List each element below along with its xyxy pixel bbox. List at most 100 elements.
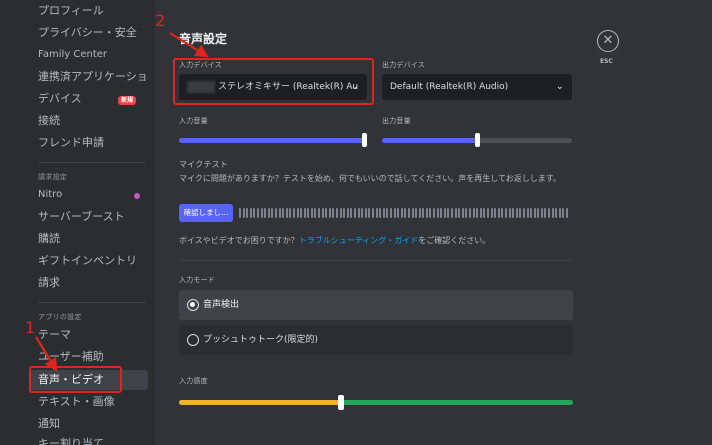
meter-bar — [486, 208, 489, 218]
meter-bar — [454, 208, 457, 218]
meter-bar — [246, 208, 249, 218]
sidebar-item-accessibility[interactable]: ユーザー補助 — [30, 347, 148, 367]
meter-bar — [519, 208, 522, 218]
meter-bar — [274, 208, 277, 218]
meter-bar — [548, 208, 551, 218]
meter-bar — [314, 208, 317, 218]
close-icon[interactable]: ✕ — [597, 30, 619, 52]
mic-level-meter — [239, 208, 573, 218]
meter-bar — [461, 208, 464, 218]
annotation-box-input-device — [173, 58, 374, 105]
nitro-dot-icon — [134, 193, 140, 199]
meter-bar — [425, 208, 428, 218]
output-volume-fill — [382, 138, 477, 143]
output-device-value: Default (Realtek(R) Audio) — [390, 82, 509, 92]
sidebar-divider — [38, 162, 146, 163]
meter-bar — [332, 208, 335, 218]
output-volume-knob[interactable] — [475, 133, 480, 147]
sidebar-item-privacy[interactable]: プライバシー・安全 — [30, 23, 148, 43]
meter-bar — [393, 208, 396, 218]
meter-bar — [249, 208, 252, 218]
sidebar-item-profile[interactable]: プロフィール — [30, 1, 148, 21]
meter-bar — [325, 208, 328, 218]
meter-bar — [260, 208, 263, 218]
meter-bar — [364, 208, 367, 218]
meter-bar — [371, 208, 374, 218]
input-sensitivity-slider[interactable] — [179, 395, 573, 410]
section-divider — [179, 260, 573, 261]
output-volume-slider[interactable] — [382, 133, 572, 147]
sidebar-item-server-boost[interactable]: サーバーブースト — [30, 207, 148, 227]
sidebar-item-nitro[interactable]: Nitro — [30, 185, 148, 205]
meter-bar — [400, 208, 403, 218]
meter-bar — [483, 208, 486, 218]
meter-bar — [256, 208, 259, 218]
sidebar-item-text-images[interactable]: テキスト・画像 — [30, 392, 148, 412]
meter-bar — [389, 208, 392, 218]
meter-bar — [379, 208, 382, 218]
meter-bar — [512, 208, 515, 218]
meter-bar — [321, 208, 324, 218]
input-volume-knob[interactable] — [362, 133, 367, 147]
output-device-select[interactable]: Default (Realtek(R) Audio) ⌄ — [382, 74, 572, 100]
input-mode-push-to-talk[interactable]: プッシュトゥトーク(限定的) — [179, 325, 573, 355]
sensitivity-knob[interactable] — [338, 395, 344, 410]
radio-unchecked-icon — [187, 334, 199, 346]
mic-check-button[interactable]: 確認しまし... — [179, 204, 233, 222]
sidebar-item-connections[interactable]: 接続 — [30, 111, 148, 131]
meter-bar — [271, 208, 274, 218]
meter-bar — [458, 208, 461, 218]
sidebar-item-gift-inventory[interactable]: ギフトインベントリ — [30, 251, 148, 271]
radio-checked-icon — [187, 299, 199, 311]
mic-test-label: マイクテスト — [179, 160, 229, 169]
output-device-label: 出力デバイス — [382, 61, 425, 69]
sidebar-item-keybinds[interactable]: キー割り当て — [30, 434, 148, 445]
page-title: 音声設定 — [179, 32, 228, 46]
help-suffix: をご確認ください。 — [418, 236, 491, 245]
meter-bar — [397, 208, 400, 218]
sidebar-header-app-settings: アプリの設定 — [38, 313, 82, 321]
meter-bar — [443, 208, 446, 218]
sidebar-item-notifications[interactable]: 通知 — [30, 414, 148, 434]
troubleshooting-link[interactable]: トラブルシューティング・ガイド — [299, 236, 419, 245]
meter-bar — [375, 208, 378, 218]
meter-bar — [386, 208, 389, 218]
sidebar-item-billing[interactable]: 請求 — [30, 273, 148, 293]
output-volume-label: 出力音量 — [382, 117, 411, 125]
meter-bar — [357, 208, 360, 218]
meter-bar — [336, 208, 339, 218]
meter-bar — [504, 208, 507, 218]
sidebar-item-friend-requests[interactable]: フレンド申請 — [30, 133, 148, 153]
meter-bar — [544, 208, 547, 218]
input-volume-fill — [179, 138, 367, 143]
sidebar-item-theme[interactable]: テーマ — [30, 325, 148, 345]
meter-bar — [433, 208, 436, 218]
meter-bar — [267, 208, 270, 218]
meter-bar — [350, 208, 353, 218]
sidebar-item-family-center[interactable]: Family Center — [30, 45, 148, 65]
meter-bar — [242, 208, 245, 218]
meter-bar — [429, 208, 432, 218]
meter-bar — [415, 208, 418, 218]
meter-bar — [497, 208, 500, 218]
meter-bar — [469, 208, 471, 218]
meter-bar — [494, 208, 497, 218]
meter-bar — [522, 208, 525, 218]
input-mode-label: 入力モード — [179, 276, 215, 284]
help-text: ボイスやビデオでお困りですか？トラブルシューティング・ガイドをご確認ください。 — [179, 235, 490, 246]
meter-bar — [303, 208, 306, 218]
meter-bar — [418, 208, 421, 218]
sidebar-item-subscriptions[interactable]: 購読 — [30, 229, 148, 249]
meter-bar — [296, 208, 299, 218]
input-mode-voice-activity[interactable]: 音声検出 — [179, 290, 573, 320]
mic-test-description: マイクに問題がありますか？テストを始め、何でもいいので話してください。声を再生し… — [179, 174, 561, 183]
meter-bar — [555, 208, 558, 218]
sidebar-item-authorized-apps[interactable]: 連携済アプリケーショ... — [30, 67, 148, 87]
meter-bar — [540, 208, 543, 218]
meter-bar — [253, 208, 256, 218]
meter-bar — [566, 208, 569, 218]
sensitivity-label: 入力感度 — [179, 377, 208, 385]
meter-bar — [382, 208, 385, 218]
mode-ptt-label: プッシュトゥトーク(限定的) — [203, 335, 319, 345]
input-volume-slider[interactable] — [179, 133, 367, 147]
